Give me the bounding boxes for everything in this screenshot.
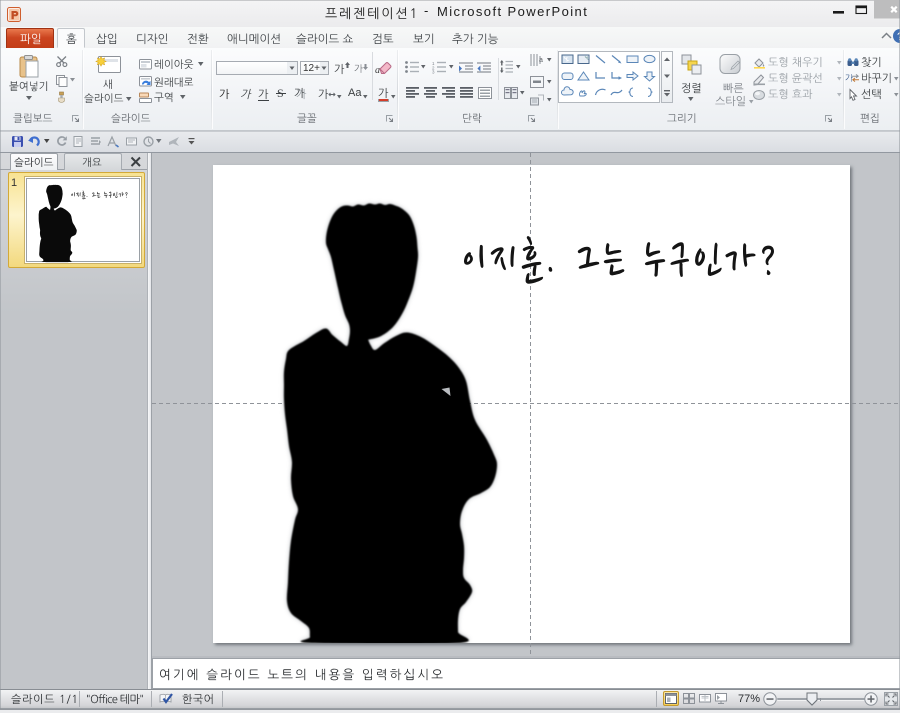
svg-text:a: a xyxy=(539,57,543,64)
svg-text:a: a xyxy=(375,65,380,76)
